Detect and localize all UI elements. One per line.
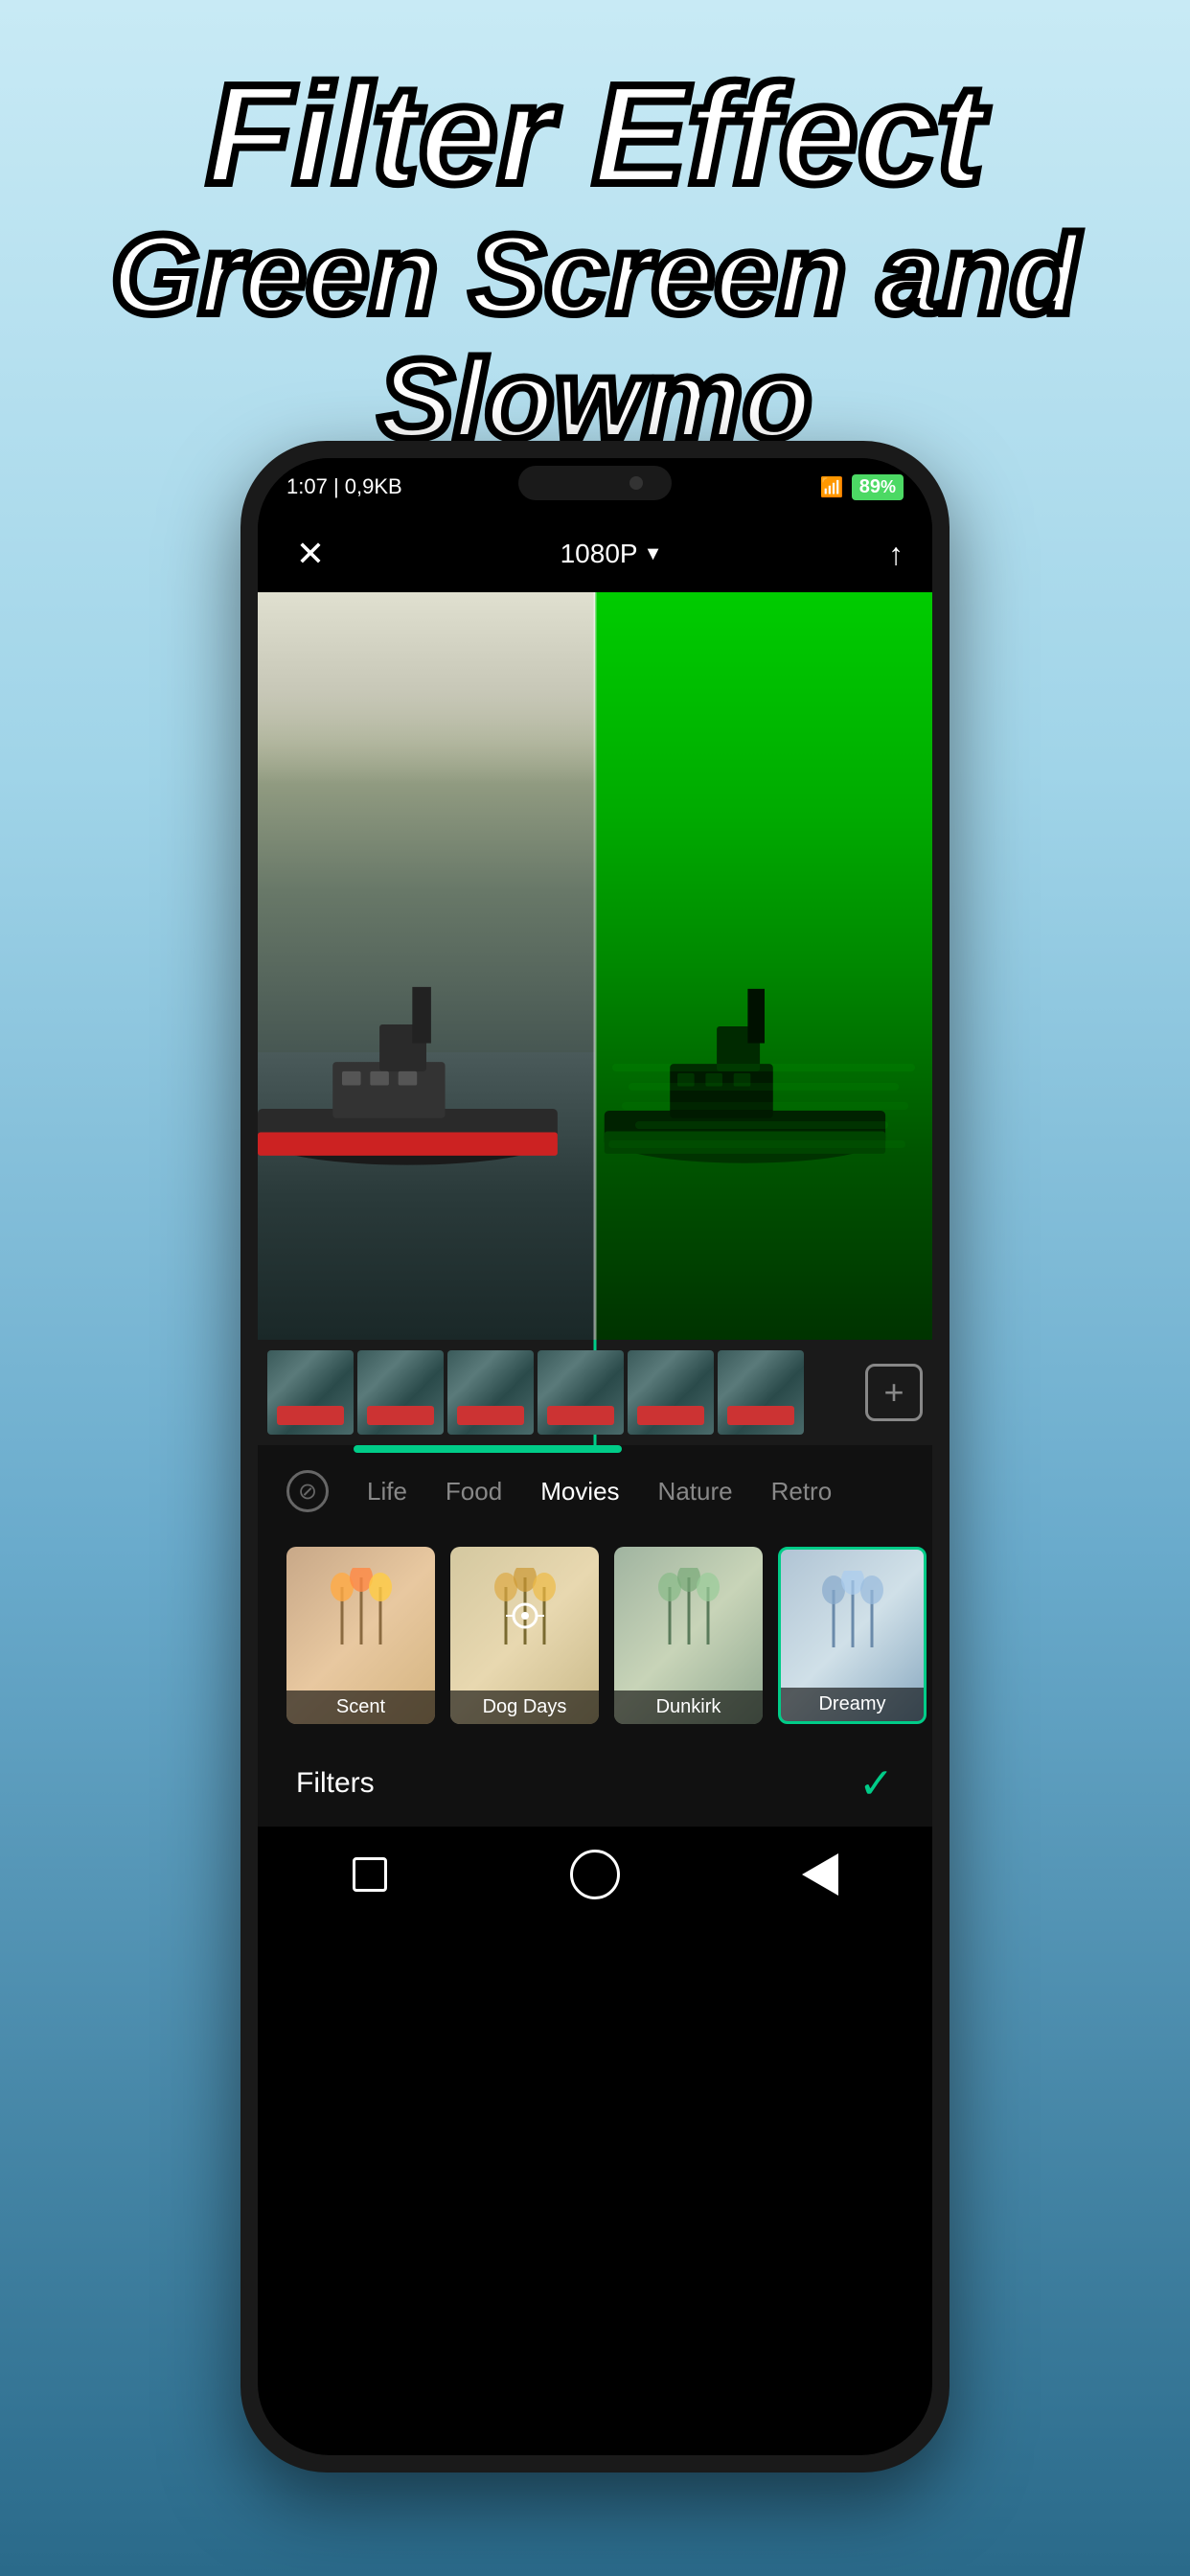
- headline-section: Filter Effect Green Screen and Slowmo: [0, 0, 1190, 500]
- filter-cat-retro[interactable]: Retro: [771, 1477, 833, 1506]
- camera-dot: [629, 476, 643, 490]
- filter-dunkirk-preview: [614, 1547, 763, 1686]
- headline-line2: Green Screen and Slowmo: [77, 214, 1113, 463]
- filter-dunkirk-label: Dunkirk: [614, 1690, 763, 1724]
- nav-home-button[interactable]: [566, 1846, 624, 1903]
- filters-bar: Filters ✓: [258, 1740, 932, 1827]
- app-container: Filter Effect Green Screen and Slowmo 1:…: [0, 0, 1190, 500]
- export-button[interactable]: ↑: [888, 537, 904, 572]
- battery-icon: 89%: [852, 474, 904, 500]
- timeline-thumb-1: [267, 1350, 354, 1435]
- filter-cat-none[interactable]: ⊘: [286, 1470, 329, 1512]
- phone-outer: 1:07 | 0,9KB 📶 89% ✕: [240, 441, 950, 2472]
- filter-dreamy-label: Dreamy: [781, 1688, 924, 1721]
- back-icon: [802, 1853, 838, 1896]
- boat-left-svg: [258, 947, 595, 1186]
- status-time: 1:07 | 0,9KB: [286, 474, 402, 499]
- top-bar: ✕ 1080P ▼ ↑: [258, 516, 932, 592]
- headline-line1: Filter Effect: [77, 58, 1113, 214]
- filter-dunkirk[interactable]: Dunkirk: [614, 1547, 763, 1724]
- network-icon: 📶: [820, 475, 844, 499]
- filter-cat-nature[interactable]: Nature: [658, 1477, 733, 1506]
- nav-stop-button[interactable]: [341, 1846, 399, 1903]
- filter-cat-movies[interactable]: Movies: [540, 1477, 619, 1506]
- home-icon: [570, 1850, 620, 1899]
- filter-dreamy-preview: [781, 1550, 924, 1689]
- video-left-normal: [258, 592, 595, 1340]
- horizon-mist: [258, 592, 595, 784]
- filter-categories: ⊘ Life Food Movies Nature Retro: [258, 1453, 932, 1530]
- timeline-thumb-5: [628, 1350, 714, 1435]
- timeline[interactable]: +: [258, 1340, 932, 1445]
- filter-progress-bar: [354, 1445, 622, 1453]
- filters-bar-label: Filters: [296, 1767, 375, 1800]
- timeline-thumb-4: [538, 1350, 624, 1435]
- timeline-thumb-3: [447, 1350, 534, 1435]
- close-button[interactable]: ✕: [286, 530, 334, 578]
- nav-back-button[interactable]: [791, 1846, 849, 1903]
- status-right: 📶 89%: [820, 474, 904, 500]
- timeline-thumb-6: [718, 1350, 804, 1435]
- filter-thumbnails: Scent: [258, 1530, 932, 1740]
- filter-cat-food[interactable]: Food: [446, 1477, 502, 1506]
- video-preview: [258, 592, 932, 1340]
- water-ripples: [595, 1052, 932, 1340]
- filter-scent[interactable]: Scent: [286, 1547, 435, 1724]
- resolution-selector[interactable]: 1080P ▼: [561, 539, 663, 569]
- filter-dogdays-preview: [450, 1547, 599, 1686]
- notch: [518, 466, 672, 500]
- filter-dogdays-label: Dog Days: [450, 1690, 599, 1724]
- filter-scent-label: Scent: [286, 1690, 435, 1724]
- resolution-arrow: ▼: [644, 543, 663, 565]
- stop-icon: [353, 1857, 387, 1892]
- phone-screen: 1:07 | 0,9KB 📶 89% ✕: [258, 458, 932, 2455]
- filter-dogdays[interactable]: Dog Days: [450, 1547, 599, 1724]
- filters-check-button[interactable]: ✓: [858, 1760, 894, 1808]
- bottom-nav: [258, 1827, 932, 1922]
- filter-dreamy[interactable]: Dreamy: [778, 1547, 927, 1724]
- timeline-thumb-2: [357, 1350, 444, 1435]
- video-right-green: [595, 592, 932, 1340]
- phone-wrapper: 1:07 | 0,9KB 📶 89% ✕: [240, 441, 950, 2472]
- filter-progress: [258, 1445, 932, 1453]
- add-clip-button[interactable]: +: [865, 1364, 923, 1421]
- filter-scent-preview: [286, 1547, 435, 1686]
- split-divider: [594, 592, 597, 1340]
- status-bar: 1:07 | 0,9KB 📶 89%: [258, 458, 932, 516]
- filter-cat-life[interactable]: Life: [367, 1477, 407, 1506]
